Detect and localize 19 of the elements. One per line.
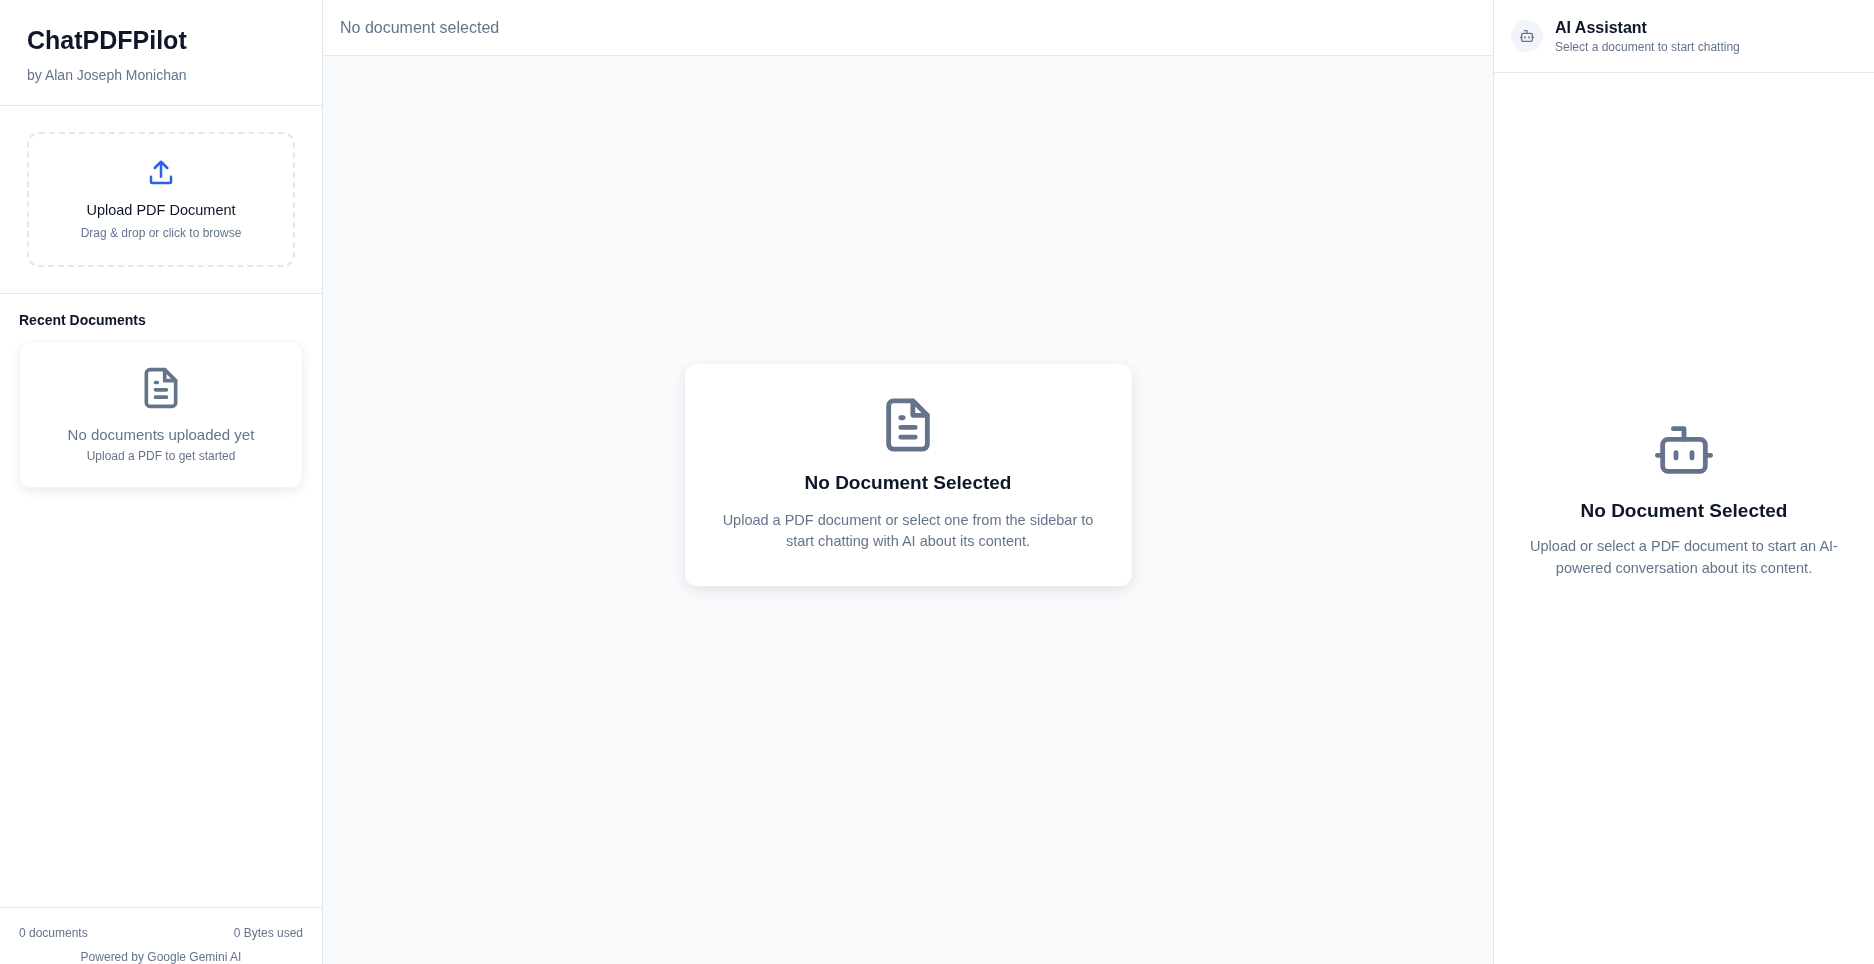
author-text: by Alan Joseph Monichan: [27, 67, 188, 83]
storage-usage: 0 Bytes used: [233, 926, 303, 940]
empty-hint: Upload a PDF to get started: [86, 449, 236, 463]
document-count: 0 documents: [19, 926, 88, 940]
empty-title: No Document Selected: [1580, 500, 1788, 523]
document-header: No document selected: [323, 0, 1493, 56]
panel-title: AI Assistant: [1555, 18, 1648, 37]
empty-title: No documents uploaded yet: [67, 426, 255, 443]
upload-title: Upload PDF Document: [86, 202, 236, 218]
upload-dropzone[interactable]: Upload PDF Document Drag & drop or click to browse: [27, 132, 295, 267]
robot-icon: [1519, 28, 1535, 44]
panel-subtitle: Select a document to start chatting: [1555, 39, 1740, 54]
empty-title: No Document Selected: [804, 472, 1012, 494]
empty-description: Upload a PDF document or select one from the sidebar to start chatting with AI about its content.: [721, 511, 1095, 551]
app-title: ChatPDFPilot: [27, 26, 188, 55]
upload-hint: Drag & drop or click to browse: [80, 226, 242, 240]
section-heading: Recent Documents: [19, 312, 147, 328]
powered-by-text: Powered by Google Gemini AI: [79, 950, 243, 964]
empty-description: Upload or select a PDF document to start an AI-powered conversation about its content.: [1529, 537, 1839, 578]
